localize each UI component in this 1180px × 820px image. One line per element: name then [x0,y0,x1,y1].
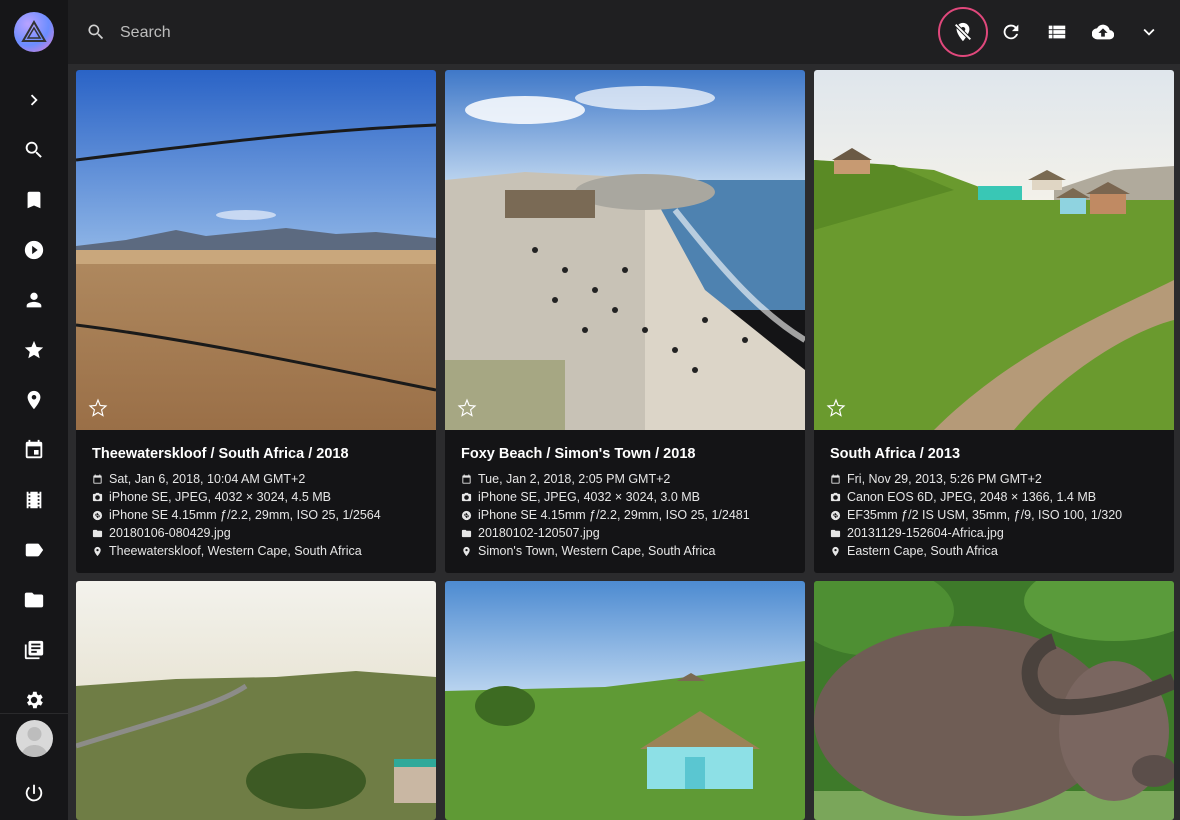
camera-icon [461,492,472,501]
star-outline-icon[interactable] [88,398,108,418]
photo-title[interactable]: South Africa / 2013 [830,446,960,462]
top-toolbar [68,0,1180,64]
film-icon [26,491,42,509]
power-icon [25,784,43,802]
photo-thumbnail[interactable] [445,70,805,430]
calendar-icon [831,473,840,484]
photo-filename: 20131129-152604-Africa.jpg [830,526,1004,540]
refresh-button[interactable] [991,12,1031,52]
photo-title[interactable]: Theewaterskloof / South Africa / 2018 [92,446,349,462]
chevron-down-icon [1143,28,1155,36]
sidebar [0,0,68,820]
calendar-icon [93,473,102,484]
sidebar-divider [0,713,68,714]
sidebar-item-favorites[interactable] [0,330,68,370]
photo-thumbnail[interactable] [814,70,1174,430]
location-off-icon [954,22,972,42]
sidebar-item-albums[interactable] [0,180,68,220]
person-icon [26,292,42,308]
photo-camera-info: iPhone SE, JPEG, 4032 × 3024, 3.0 MB [461,490,700,504]
app-logo[interactable] [0,0,68,64]
search-icon [88,24,104,40]
library-icon [24,640,44,660]
file-icon [92,529,103,537]
photo-location: Theewaterskloof, Western Cape, South Afr… [92,544,362,558]
sidebar-item-settings[interactable] [0,680,68,720]
sidebar-item-calendar[interactable] [0,430,68,470]
star-icon [24,340,44,359]
photo-date: Fri, Nov 29, 2013, 5:26 PM GMT+2 [830,472,1042,486]
star-outline-icon[interactable] [457,398,477,418]
file-icon [830,529,841,537]
aperture-icon [461,510,472,520]
sidebar-item-folders[interactable] [0,580,68,620]
list-view-button[interactable] [1037,12,1077,52]
photo-lens-info: iPhone SE 4.15mm ƒ/2.2, 29mm, ISO 25, 1/… [461,508,750,522]
play-icon [24,240,44,260]
label-icon [25,543,44,557]
aperture-icon [830,510,841,520]
photo-lens-info: iPhone SE 4.15mm ƒ/2.2, 29mm, ISO 25, 1/… [92,508,381,522]
photo-card[interactable]: Foxy Beach / Simon's Town / 2018 Tue, Ja… [445,70,805,573]
photo-camera-info: iPhone SE, JPEG, 4032 × 3024, 4.5 MB [92,490,331,504]
sidebar-item-moments[interactable] [0,480,68,520]
chevron-right-icon [30,94,38,106]
sidebar-item-labels[interactable] [0,530,68,570]
photo-card[interactable] [445,581,805,820]
refresh-icon [1003,24,1019,40]
camera-icon [92,492,103,501]
photo-location: Eastern Cape, South Africa [830,544,998,558]
place-icon [463,546,470,556]
photo-title[interactable]: Foxy Beach / Simon's Town / 2018 [461,446,695,462]
upload-button[interactable] [1083,12,1123,52]
logo-icon [14,12,54,52]
list-view-icon [1048,25,1066,39]
photo-date: Sat, Jan 6, 2018, 10:04 AM GMT+2 [92,472,305,486]
sidebar-item-videos[interactable] [0,230,68,270]
logout-button[interactable] [0,773,68,813]
photo-card[interactable] [814,581,1174,820]
settings-icon [26,691,43,709]
bookmark-icon [27,191,41,209]
sidebar-item-people[interactable] [0,280,68,320]
sidebar-expand-button[interactable] [0,80,68,120]
photo-card[interactable]: Theewaterskloof / South Africa / 2018 Sa… [76,70,436,573]
folder-icon [24,592,44,608]
hide-location-button[interactable] [938,7,988,57]
sidebar-item-places[interactable] [0,380,68,420]
photo-thumbnail[interactable] [76,581,436,820]
photo-filename: 20180106-080429.jpg [92,526,231,540]
photo-camera-info: Canon EOS 6D, JPEG, 2048 × 1366, 1.4 MB [830,490,1096,504]
calendar-icon [462,473,471,484]
photo-date: Tue, Jan 2, 2018, 2:05 PM GMT+2 [461,472,670,486]
photo-filename: 20180102-120507.jpg [461,526,600,540]
photo-card[interactable] [76,581,436,820]
sidebar-item-search[interactable] [0,130,68,170]
sidebar-item-library[interactable] [0,630,68,670]
star-outline-icon[interactable] [826,398,846,418]
photo-thumbnail[interactable] [445,581,805,820]
search-input[interactable] [118,14,822,52]
more-menu-button[interactable] [1129,12,1169,52]
place-icon [27,390,41,410]
aperture-icon [92,510,103,520]
place-icon [832,546,839,556]
file-icon [461,529,472,537]
cloud-upload-icon [1092,24,1114,40]
camera-icon [830,492,841,501]
calendar-icon [25,439,43,459]
photo-card[interactable]: South Africa / 2013 Fri, Nov 29, 2013, 5… [814,70,1174,573]
avatar[interactable] [16,720,53,757]
photo-thumbnail[interactable] [76,70,436,430]
photo-lens-info: EF35mm ƒ/2 IS USM, 35mm, ƒ/9, ISO 100, 1… [830,508,1122,522]
search-icon [25,141,42,158]
photo-thumbnail[interactable] [814,581,1174,820]
place-icon [94,546,101,556]
photo-location: Simon's Town, Western Cape, South Africa [461,544,715,558]
